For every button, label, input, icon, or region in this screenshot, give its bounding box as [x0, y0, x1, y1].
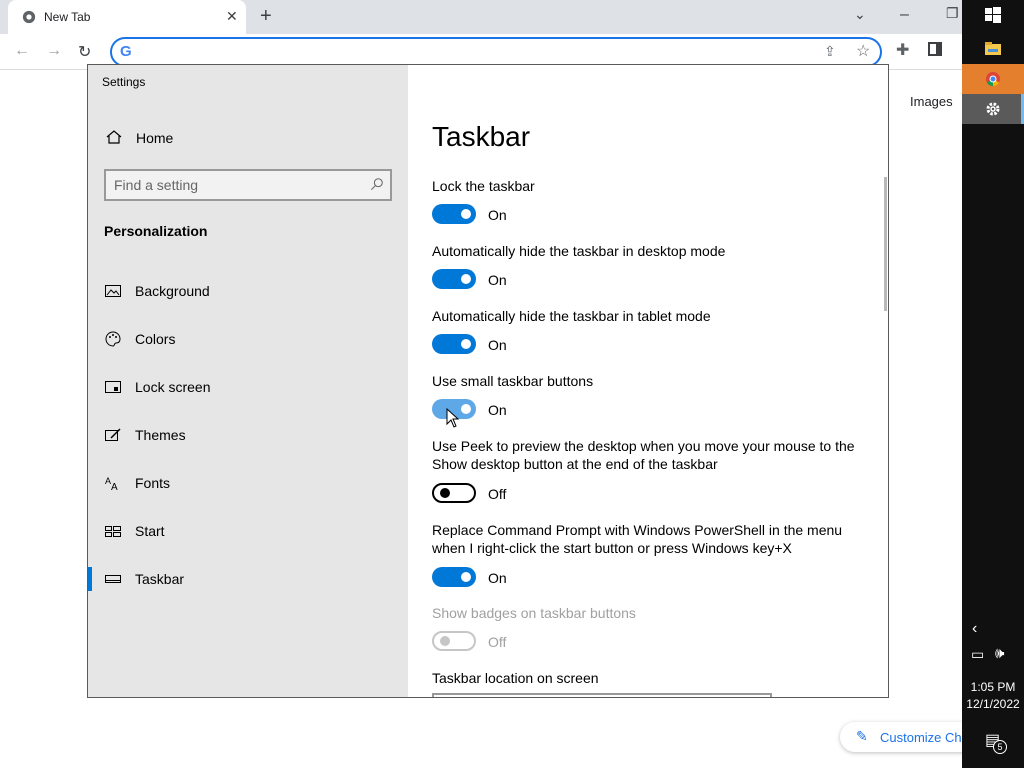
- content-scrollbar[interactable]: [884, 177, 887, 311]
- home-icon: [106, 130, 122, 144]
- back-icon[interactable]: ←: [14, 42, 30, 60]
- new-tab-button[interactable]: +: [260, 5, 272, 28]
- start-button[interactable]: [962, 0, 1024, 30]
- clock-time[interactable]: 1:05 PM: [962, 680, 1024, 694]
- bookmark-star-icon[interactable]: ☆: [856, 41, 870, 61]
- setting-label: Show badges on taskbar buttons: [432, 605, 636, 621]
- toggle-knob: [461, 274, 471, 284]
- side-panel-icon[interactable]: [928, 42, 942, 56]
- chrome-favicon-icon: [22, 10, 36, 24]
- nav-item-lock-screen[interactable]: Lock screen: [88, 367, 408, 407]
- setting-label: Automatically hide the taskbar in tablet…: [432, 308, 711, 324]
- setting-label: Automatically hide the taskbar in deskto…: [432, 243, 726, 259]
- toggle-knob: [440, 636, 450, 646]
- address-bar[interactable]: G ⇪ ☆: [110, 37, 882, 67]
- forward-icon[interactable]: →: [46, 42, 62, 60]
- minimize-button[interactable]: –: [900, 6, 909, 24]
- taskbar-file-explorer[interactable]: [962, 34, 1024, 64]
- show-hidden-icons-chevron-icon[interactable]: ‹: [972, 620, 977, 638]
- setting-label: Use small taskbar buttons: [432, 373, 594, 389]
- reload-icon[interactable]: ↻: [78, 42, 91, 62]
- nav-item-start[interactable]: Start: [88, 511, 408, 551]
- peek-toggle[interactable]: [432, 483, 476, 503]
- nav-home[interactable]: Home: [104, 127, 384, 151]
- toggle-knob: [461, 339, 471, 349]
- themes-icon: [105, 428, 121, 441]
- setting-label: Use Peek to preview the desktop when you…: [432, 438, 855, 472]
- windows-logo-icon: [985, 7, 1001, 23]
- toggle-state: On: [488, 272, 507, 288]
- taskbar-location-dropdown[interactable]: [432, 693, 772, 697]
- window-title: Settings: [102, 75, 146, 89]
- fonts-icon: AA: [105, 476, 118, 491]
- customize-chrome-button[interactable]: ✎ Customize Chrom: [840, 722, 984, 752]
- powershell-toggle[interactable]: [432, 567, 476, 587]
- badges-toggle: [432, 631, 476, 651]
- extensions-icon[interactable]: ✚: [896, 40, 909, 60]
- restore-button[interactable]: ❐: [946, 5, 959, 22]
- tab-new-tab[interactable]: New Tab ✕: [8, 0, 246, 34]
- toggle-knob: [461, 209, 471, 219]
- settings-window: Settings Home Personalization Background…: [87, 64, 889, 698]
- toggle-knob: [461, 572, 471, 582]
- palette-icon: [105, 331, 121, 347]
- find-setting-search[interactable]: [104, 169, 392, 201]
- folder-icon: [985, 42, 1001, 55]
- taskbar-chrome[interactable]: [962, 64, 1024, 94]
- toggle-state: Off: [488, 634, 507, 650]
- nav-item-background[interactable]: Background: [88, 271, 408, 311]
- toggle-state: On: [488, 207, 507, 223]
- settings-nav-pane: Settings Home Personalization Background…: [88, 65, 408, 697]
- page-title: Taskbar: [432, 121, 531, 152]
- network-icon[interactable]: ▭: [971, 646, 984, 663]
- nav-item-themes[interactable]: Themes: [88, 415, 408, 455]
- toggle-state: On: [488, 402, 507, 418]
- section-heading: Personalization: [104, 223, 208, 239]
- lock-taskbar-toggle[interactable]: [432, 204, 476, 224]
- clock-date[interactable]: 12/1/2022: [962, 697, 1024, 711]
- nav-item-taskbar[interactable]: Taskbar: [88, 559, 408, 599]
- tab-title: New Tab: [44, 10, 91, 24]
- setting-label: Lock the taskbar: [432, 178, 535, 194]
- lock-screen-icon: [105, 381, 121, 393]
- setting-label: Taskbar location on screen: [432, 670, 599, 686]
- notification-count-badge: 5: [993, 740, 1007, 754]
- taskbar-icon: [105, 575, 121, 583]
- search-input[interactable]: [114, 175, 354, 195]
- svg-text:A: A: [111, 482, 118, 491]
- toggle-knob: [461, 404, 471, 414]
- tab-close-icon[interactable]: ✕: [226, 8, 238, 25]
- toggle-state: On: [488, 337, 507, 353]
- toggle-knob: [440, 488, 450, 498]
- autohide-tablet-toggle[interactable]: [432, 334, 476, 354]
- start-icon: [105, 526, 121, 537]
- tab-strip: New Tab ✕ + ⌄ – ❐: [0, 0, 962, 34]
- google-icon: G: [120, 43, 132, 60]
- toggle-state: On: [488, 570, 507, 586]
- gear-icon: [986, 102, 1000, 116]
- taskbar-settings[interactable]: [962, 94, 1024, 124]
- nav-item-fonts[interactable]: AA Fonts: [88, 463, 408, 503]
- nav-item-colors[interactable]: Colors: [88, 319, 408, 359]
- setting-label: Replace Command Prompt with Windows Powe…: [432, 522, 843, 556]
- images-link[interactable]: Images: [910, 94, 953, 109]
- selection-indicator: [88, 567, 92, 591]
- mouse-cursor-icon: [446, 408, 460, 428]
- toggle-state: Off: [488, 486, 507, 502]
- autohide-desktop-toggle[interactable]: [432, 269, 476, 289]
- share-icon[interactable]: ⇪: [824, 43, 836, 60]
- tab-search-icon[interactable]: ⌄: [854, 6, 866, 23]
- image-icon: [105, 285, 121, 297]
- volume-icon[interactable]: 🕪: [995, 645, 1004, 662]
- search-icon: [370, 178, 383, 191]
- pencil-icon: ✎: [856, 728, 868, 744]
- settings-content: Taskbar Lock the taskbar On Automaticall…: [408, 65, 888, 697]
- chrome-icon: [986, 72, 1000, 87]
